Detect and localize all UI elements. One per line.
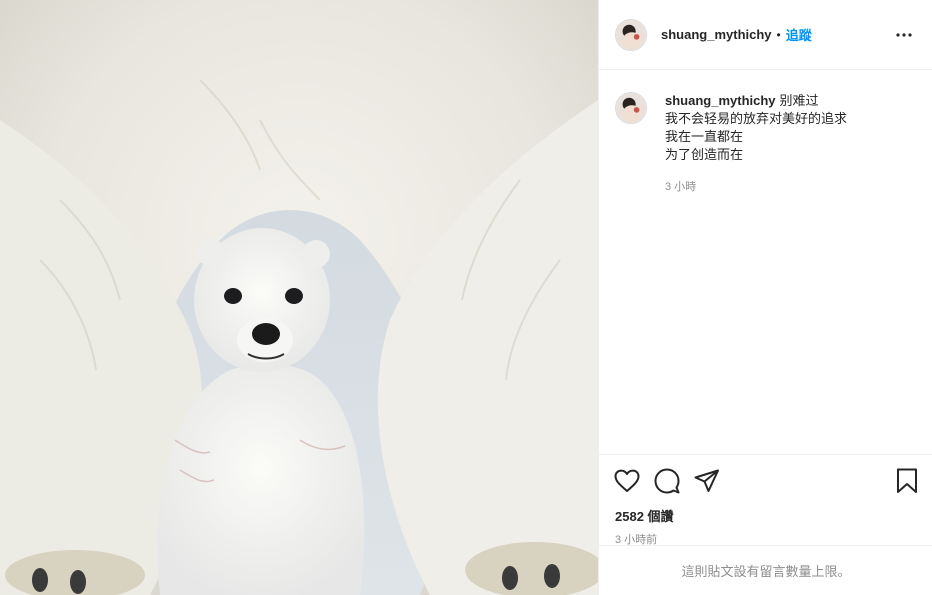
bookmark-icon: [897, 468, 917, 493]
share-button[interactable]: [693, 467, 721, 495]
likes-suffix: 個讚: [647, 509, 674, 524]
post-side-panel: shuang_mythichy • 追蹤 shuang_mythichy 别难过…: [598, 0, 932, 595]
post-view: shuang_mythichy • 追蹤 shuang_mythichy 别难过…: [0, 0, 932, 595]
caption-line: 我不会轻易的放弃对美好的追求: [665, 111, 848, 126]
post-photo[interactable]: [0, 0, 598, 595]
like-button[interactable]: [613, 467, 641, 495]
comments-limited-notice: 這則貼文設有留言數量上限。: [599, 545, 932, 595]
action-icons: [599, 455, 932, 507]
caption-line: 为了创造而在: [665, 147, 744, 162]
likes-count[interactable]: 2582 個讚: [599, 507, 932, 527]
more-options-button[interactable]: [892, 23, 916, 47]
caption-username[interactable]: shuang_mythichy: [665, 93, 776, 108]
avatar-image: [616, 93, 646, 123]
avatar[interactable]: [615, 18, 647, 51]
likes-number: 2582: [615, 509, 644, 524]
comment-icon: [654, 468, 680, 494]
polar-bear-photo: [0, 0, 598, 595]
post-timestamp[interactable]: 3 小時前: [599, 527, 932, 547]
caption-body: shuang_mythichy 别难过 我不会轻易的放弃对美好的追求 我在一直都在…: [665, 92, 847, 196]
post-header: shuang_mythichy • 追蹤: [599, 0, 932, 70]
more-options-icon: [896, 32, 912, 37]
heart-icon: [614, 469, 640, 492]
header-username[interactable]: shuang_mythichy: [661, 27, 772, 42]
post-caption: shuang_mythichy 别难过 我不会轻易的放弃对美好的追求 我在一直都在…: [599, 70, 932, 196]
caption-line: 我在一直都在: [665, 129, 744, 144]
post-actions: 2582 個讚 3 小時前: [599, 454, 932, 547]
separator-dot: •: [776, 27, 781, 42]
caption-avatar[interactable]: [615, 92, 647, 124]
avatar-image: [616, 19, 646, 50]
save-button[interactable]: [893, 467, 921, 495]
caption-timestamp[interactable]: 3 小時: [665, 178, 847, 196]
share-icon: [694, 469, 719, 492]
comment-button[interactable]: [653, 467, 681, 495]
caption-line: 别难过: [779, 93, 819, 108]
follow-button[interactable]: 追蹤: [786, 25, 812, 44]
